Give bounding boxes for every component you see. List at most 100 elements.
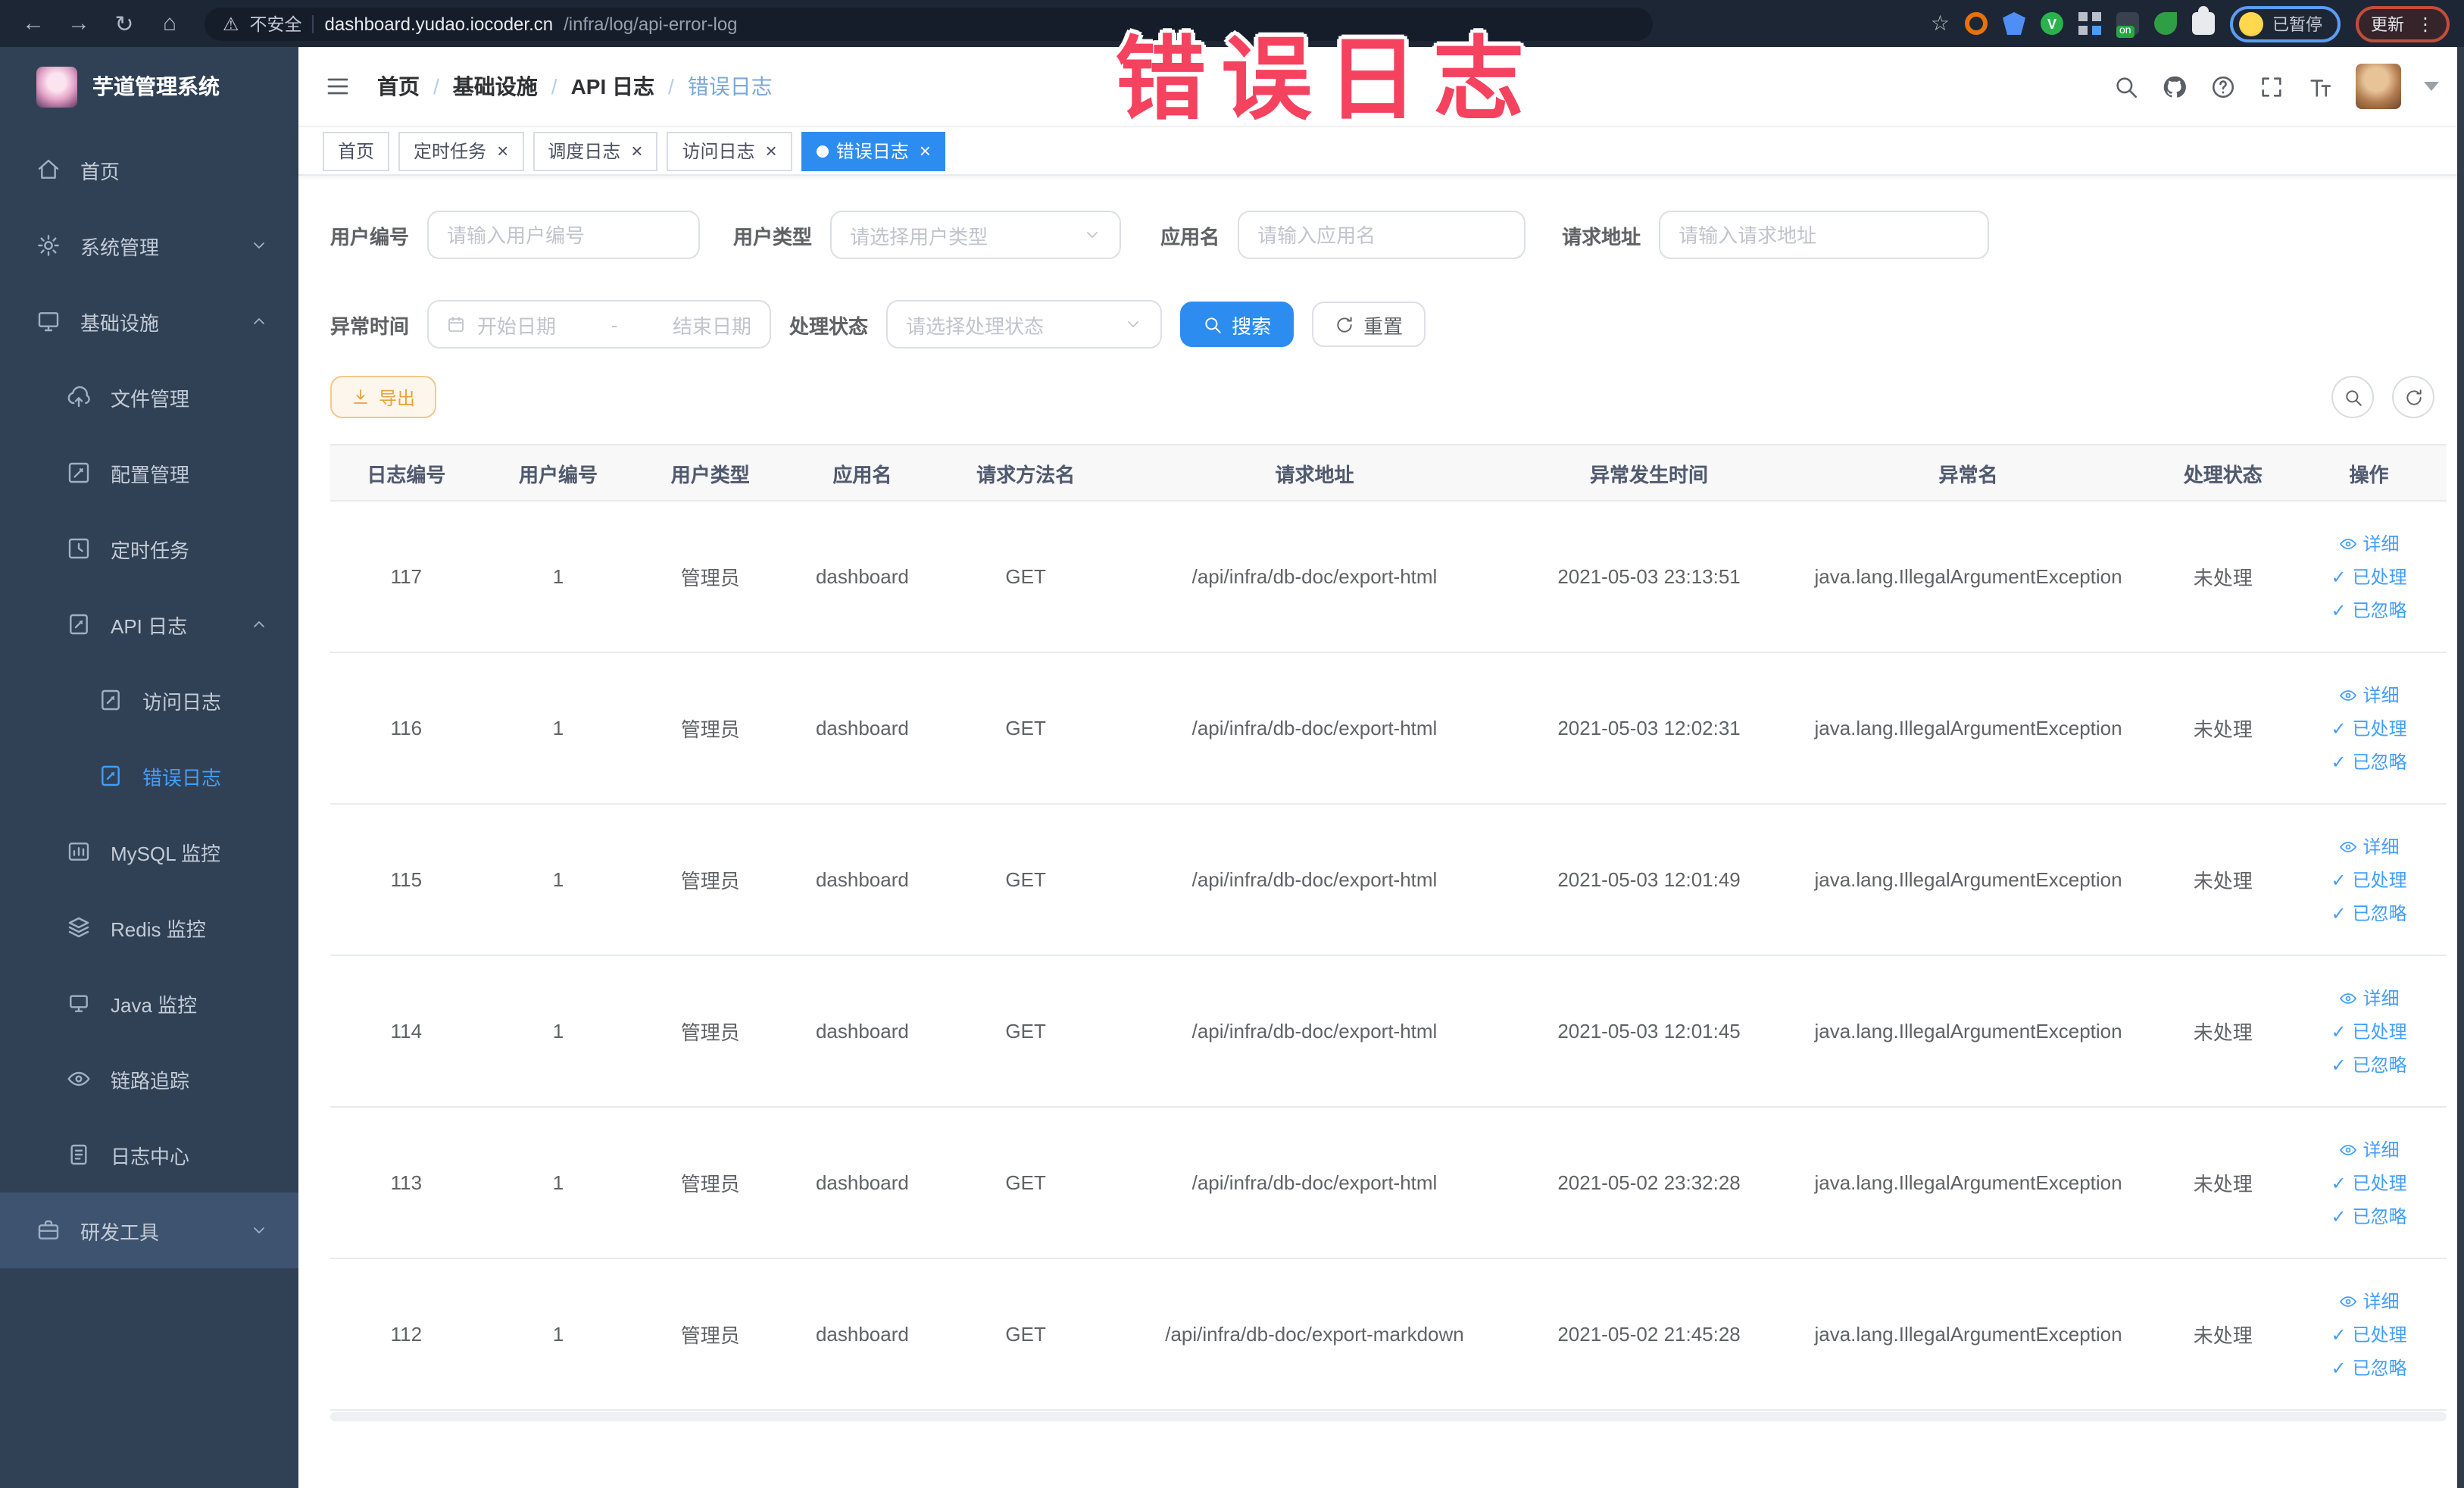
sidebar-item[interactable]: 配置管理 — [0, 435, 298, 511]
mark-processed-link[interactable]: ✓ 已处理 — [2331, 1018, 2406, 1044]
app-name-field[interactable] — [1257, 224, 1507, 246]
user-type-select[interactable]: 请选择用户类型 — [830, 211, 1122, 259]
app-logo[interactable]: 芋道管理系统 — [0, 47, 298, 126]
extension-icon[interactable] — [2078, 12, 2101, 35]
sidebar-item-label: 配置管理 — [111, 463, 190, 486]
extension-icon[interactable] — [2003, 12, 2025, 35]
reset-button[interactable]: 重置 — [1312, 302, 1426, 347]
extension-icon[interactable] — [2154, 12, 2177, 35]
extensions-puzzle-icon[interactable] — [2192, 6, 2215, 35]
sidebar-item[interactable]: 访问日志 — [0, 662, 298, 738]
vertical-scrollbar[interactable] — [2457, 47, 2464, 1488]
mark-processed-link[interactable]: ✓ 已处理 — [2331, 867, 2406, 892]
detail-link[interactable]: 详细 — [2339, 833, 2400, 859]
tab[interactable]: 错误日志 × — [801, 131, 946, 170]
tab[interactable]: 访问日志 × — [667, 131, 792, 170]
profile-paused-badge[interactable]: 已暂停 — [2230, 5, 2341, 42]
back-icon[interactable]: ← — [15, 5, 52, 42]
sidebar-item[interactable]: API 日志 — [0, 586, 298, 662]
horizontal-scrollbar[interactable] — [330, 1412, 2447, 1421]
reload-icon[interactable]: ↻ — [106, 5, 142, 42]
tab-close-icon[interactable]: × — [766, 141, 777, 161]
sidebar-item[interactable]: MySQL 监控 — [0, 814, 298, 889]
bookmark-star-icon[interactable]: ☆ — [1931, 11, 1950, 36]
process-status-select[interactable]: 请选择处理状态 — [886, 300, 1163, 349]
column-header: 异常发生时间 — [1516, 444, 1782, 502]
detail-link[interactable]: 详细 — [2339, 985, 2400, 1011]
range-separator: - — [611, 313, 618, 336]
request-url-field[interactable] — [1679, 224, 1970, 246]
font-size-icon[interactable] — [2307, 73, 2333, 99]
eye-icon — [2339, 1140, 2357, 1158]
search-icon[interactable] — [2113, 73, 2139, 99]
mark-processed-link[interactable]: ✓ 已处理 — [2331, 715, 2406, 741]
user-id-field[interactable] — [447, 224, 681, 246]
mark-ignored-link[interactable]: ✓ 已忽略 — [2331, 1203, 2406, 1229]
detail-link[interactable]: 详细 — [2339, 530, 2400, 556]
sidebar-item[interactable]: Redis 监控 — [0, 889, 298, 965]
sidebar-item[interactable]: 基础设施 — [0, 283, 298, 359]
sidebar-item[interactable]: 错误日志 — [0, 738, 298, 814]
edit-icon — [67, 461, 91, 485]
tab-close-icon[interactable]: × — [631, 141, 642, 161]
sidebar-item[interactable]: 研发工具 — [0, 1193, 298, 1268]
mark-ignored-link[interactable]: ✓ 已忽略 — [2331, 1355, 2406, 1380]
doc-icon — [67, 1143, 91, 1167]
breadcrumb-item[interactable]: API 日志 — [571, 71, 654, 102]
search-button[interactable]: 搜索 — [1180, 302, 1294, 347]
gear-icon — [36, 233, 61, 258]
detail-link[interactable]: 详细 — [2339, 1136, 2400, 1162]
mark-ignored-link[interactable]: ✓ 已忽略 — [2331, 900, 2406, 926]
hamburger-icon[interactable] — [324, 73, 351, 100]
export-button[interactable]: 导出 — [330, 376, 437, 418]
fullscreen-icon[interactable] — [2259, 73, 2284, 99]
breadcrumb-item[interactable]: 首页 — [377, 71, 420, 102]
refresh-button[interactable] — [2392, 376, 2434, 418]
tab-close-icon[interactable]: × — [497, 141, 508, 161]
mark-processed-link[interactable]: ✓ 已处理 — [2331, 1321, 2406, 1347]
mark-ignored-link[interactable]: ✓ 已忽略 — [2331, 749, 2406, 774]
search-toggle-button[interactable] — [2331, 376, 2374, 418]
chrome-update-button[interactable]: 更新 ⋮ — [2356, 5, 2450, 42]
breadcrumb-item[interactable]: 基础设施 — [453, 71, 538, 102]
detail-link[interactable]: 详细 — [2339, 682, 2400, 708]
cell-user-id: 1 — [482, 652, 635, 805]
github-icon[interactable] — [2162, 73, 2188, 99]
sidebar-item[interactable]: 定时任务 — [0, 511, 298, 586]
sidebar-item[interactable]: Java 监控 — [0, 965, 298, 1041]
cell-user-type: 管理员 — [634, 652, 787, 805]
extension-icon[interactable]: V — [2041, 12, 2063, 35]
sidebar-item-label: Java 监控 — [111, 993, 198, 1016]
help-icon[interactable] — [2210, 73, 2236, 99]
sidebar-item[interactable]: 链路追踪 — [0, 1041, 298, 1117]
select-placeholder: 请选择用户类型 — [850, 225, 988, 248]
sidebar-item[interactable]: 系统管理 — [0, 208, 298, 283]
tab[interactable]: 定时任务 × — [398, 131, 524, 170]
mark-processed-link[interactable]: ✓ 已处理 — [2331, 1170, 2406, 1196]
tab[interactable]: 首页 — [323, 131, 390, 170]
detail-link[interactable]: 详细 — [2339, 1288, 2400, 1314]
home-icon[interactable]: ⌂ — [151, 5, 188, 42]
cell-url: /api/infra/db-doc/export-html — [1113, 1107, 1516, 1259]
sidebar-item[interactable]: 首页 — [0, 132, 298, 208]
sidebar-item[interactable]: 文件管理 — [0, 359, 298, 435]
end-date-placeholder: 结束日期 — [673, 314, 752, 337]
extension-icon[interactable] — [2116, 12, 2139, 38]
tab-close-icon[interactable]: × — [920, 141, 931, 161]
tab[interactable]: 调度日志 × — [532, 131, 658, 170]
check-icon: ✓ — [2331, 1172, 2347, 1193]
mark-ignored-link[interactable]: ✓ 已忽略 — [2331, 597, 2406, 623]
user-avatar[interactable] — [2356, 64, 2401, 109]
forward-icon[interactable]: → — [61, 5, 97, 42]
table-tools — [2331, 376, 2434, 418]
app-name-input[interactable] — [1238, 211, 1526, 259]
user-id-input[interactable] — [427, 211, 701, 259]
menu-kebab-icon[interactable]: ⋮ — [2416, 13, 2434, 34]
date-range-picker[interactable]: 开始日期 - 结束日期 — [427, 300, 772, 349]
extension-icon[interactable] — [1965, 12, 1988, 35]
mark-ignored-link[interactable]: ✓ 已忽略 — [2331, 1052, 2406, 1077]
chevron-down-icon[interactable] — [2424, 82, 2439, 91]
sidebar-item[interactable]: 日志中心 — [0, 1117, 298, 1193]
mark-processed-link[interactable]: ✓ 已处理 — [2331, 564, 2406, 589]
request-url-input[interactable] — [1659, 211, 1990, 259]
